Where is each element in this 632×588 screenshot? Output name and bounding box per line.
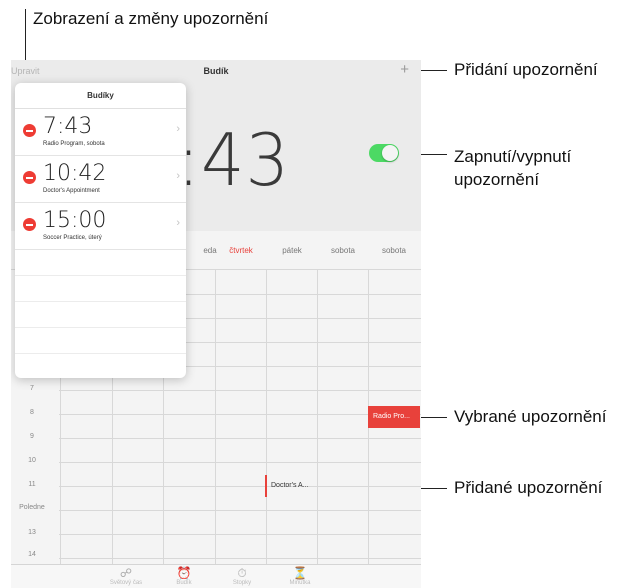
hour-label: 9 xyxy=(30,433,34,440)
callout-selected: Vybrané upozornění xyxy=(454,407,607,426)
tab-bar: ☍ Světový čas ⏰ Budík ⏱ Stopky ⏳ Minutka xyxy=(11,564,421,588)
callout-line-view-change xyxy=(25,9,26,64)
chevron-right-icon: › xyxy=(176,170,180,182)
alarm-label: Soccer Practice, úterý xyxy=(43,235,102,241)
alarm-row[interactable]: 15:00 Soccer Practice, úterý › xyxy=(15,203,186,250)
delete-icon[interactable] xyxy=(23,171,36,184)
callout-view-change: Zobrazení a změny upozornění xyxy=(33,9,269,28)
tab-label: Budík xyxy=(176,580,192,586)
hour-label: 14 xyxy=(28,551,36,558)
grid-column-line xyxy=(317,269,318,564)
empty-row-divider xyxy=(15,353,186,354)
empty-row-divider xyxy=(15,301,186,302)
hour-label: 11 xyxy=(28,481,36,488)
hour-label: 8 xyxy=(30,409,34,416)
alarm-label: Radio Program, sobota xyxy=(43,141,105,147)
hour-label: 10 xyxy=(28,457,36,464)
calendar-event-marker xyxy=(265,475,267,497)
chevron-right-icon: › xyxy=(176,217,180,229)
grid-row-line xyxy=(59,414,421,415)
grid-row-line xyxy=(59,390,421,391)
stopwatch-icon: ⏱ xyxy=(237,566,247,580)
alarm-row[interactable]: 10:42 Doctor's Appointment › xyxy=(15,156,186,203)
day-header: sobota xyxy=(330,246,356,255)
empty-row-divider xyxy=(15,327,186,328)
hour-label-noon: Poledne xyxy=(19,504,45,511)
chevron-right-icon: › xyxy=(176,123,180,135)
callout-add: Přidání upozornění xyxy=(454,60,598,79)
callout-toggle-line1: Zapnutí/vypnutí xyxy=(454,147,572,166)
ipad-screen: Upravit Budík + :43 eda čtvrtek pátek so… xyxy=(11,60,421,588)
alarm-clock-icon: ⏰ xyxy=(176,566,192,580)
alarm-row[interactable]: 7:43 Radio Program, sobota › xyxy=(15,109,186,156)
grid-row-line xyxy=(59,462,421,463)
alarms-popover: Budíky 7:43 Radio Program, sobota › 10:4… xyxy=(15,83,186,378)
callout-line-selected xyxy=(420,417,447,418)
calendar-event-selected[interactable]: Radio Pro... xyxy=(368,406,420,428)
callout-toggle-line2: upozornění xyxy=(454,170,540,189)
grid-row-line xyxy=(59,534,421,535)
tab-world-clock[interactable]: ☍ Světový čas xyxy=(101,566,151,587)
alarm-toggle[interactable] xyxy=(369,144,399,162)
grid-column-line xyxy=(215,269,216,564)
callout-added: Přidané upozornění xyxy=(454,478,603,497)
toggle-knob xyxy=(382,145,398,161)
add-alarm-button[interactable]: + xyxy=(400,61,409,78)
globe-icon: ☍ xyxy=(119,566,133,580)
hour-label: 7 xyxy=(30,385,34,392)
selected-alarm-time: :43 xyxy=(177,118,290,202)
alarm-time: 7:43 xyxy=(43,114,93,139)
tab-label: Stopky xyxy=(232,580,252,586)
timer-icon: ⏳ xyxy=(292,566,308,580)
popover-title: Budíky xyxy=(15,83,186,109)
delete-icon[interactable] xyxy=(23,124,36,137)
day-header: sobota xyxy=(381,246,407,255)
grid-row-line xyxy=(59,438,421,439)
hour-label: 13 xyxy=(28,529,36,536)
empty-row-divider xyxy=(15,275,186,276)
alarm-time: 10:42 xyxy=(43,161,107,186)
tab-label: Světový čas xyxy=(109,580,143,586)
grid-row-line xyxy=(59,486,421,487)
day-header: pátek xyxy=(282,246,302,255)
page-title: Budík xyxy=(203,66,229,76)
calendar-event-added[interactable]: Doctor's A... xyxy=(271,475,309,497)
tab-label: Minutka xyxy=(289,580,311,586)
tab-alarm[interactable]: ⏰ Budík xyxy=(159,566,209,587)
grid-row-line xyxy=(59,510,421,511)
alarm-time: 15:00 xyxy=(43,208,107,233)
day-header-today[interactable]: čtvrtek xyxy=(216,246,266,255)
navigation-bar: Upravit Budík + xyxy=(11,60,421,84)
delete-icon[interactable] xyxy=(23,218,36,231)
grid-column-line xyxy=(266,269,267,564)
tab-stopwatch[interactable]: ⏱ Stopky xyxy=(217,566,267,587)
grid-row-line xyxy=(59,558,421,559)
alarm-label: Doctor's Appointment xyxy=(43,188,100,194)
tab-timer[interactable]: ⏳ Minutka xyxy=(275,566,325,587)
